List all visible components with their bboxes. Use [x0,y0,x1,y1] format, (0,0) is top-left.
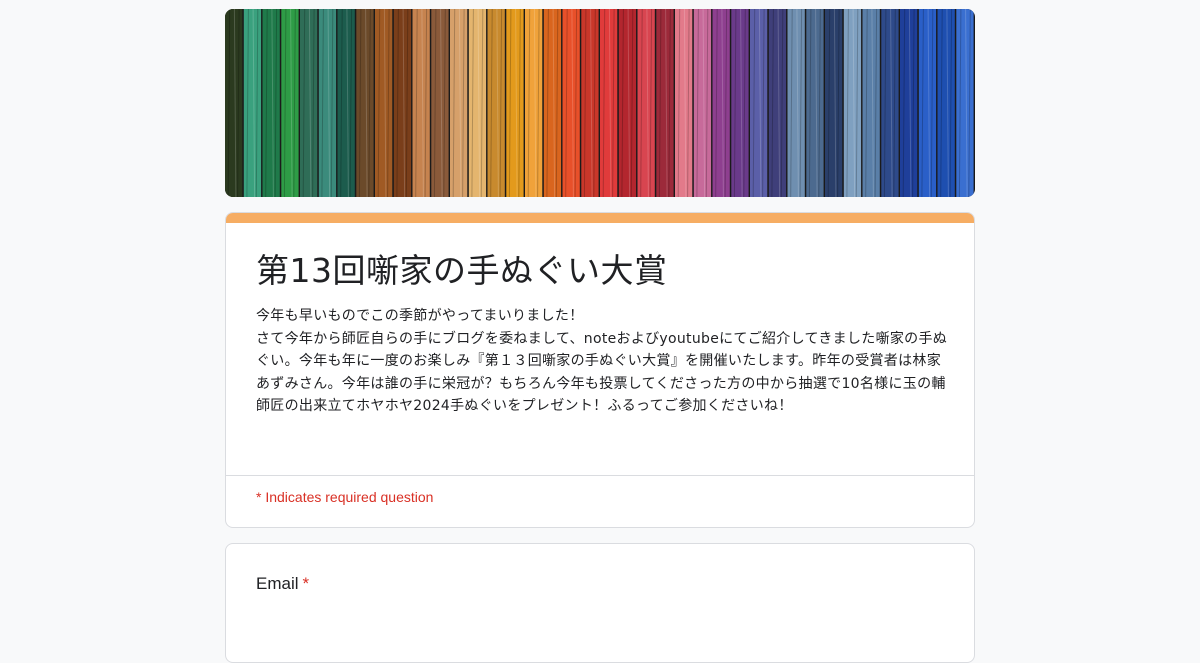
yarn-strand [600,9,618,197]
yarn-strand [506,9,524,197]
accent-bar [226,213,974,223]
header-banner [225,9,975,197]
yarn-strand [918,9,937,197]
yarn-strand [900,9,918,197]
yarn-strand [225,9,243,197]
yarn-strand [656,9,674,197]
required-note: * Indicates required question [256,489,434,505]
yarn-strand [412,9,430,197]
yarn-strand [525,9,543,197]
form-description: 今年も早いものでこの季節がやってまいりました！ さて今年から師匠自らの手にブログ… [256,308,948,414]
yarn-strand [750,9,768,197]
yarn-strand [712,9,730,197]
yarn-strand [375,9,393,197]
yarn-strand [337,9,355,197]
yarn-strand [450,9,468,197]
yarn-strand [318,9,337,197]
form-column: 第13回噺家の手ぬぐい大賞 今年も早いものでこの季節がやってまいりました！ さて… [225,9,975,663]
yarn-strand [787,9,805,197]
yarn-strand [487,9,505,197]
yarn-strand [731,9,749,197]
yarn-strand [281,9,299,197]
yarn-strand [543,9,562,197]
yarn-strand [825,9,843,197]
yarn-strand [768,9,787,197]
yarn-strand [468,9,487,197]
question-label: Email * [256,574,309,594]
yarn-strand [393,9,412,197]
required-star: * [302,574,310,593]
yarn-strand [581,9,599,197]
yarn-strand [431,9,449,197]
yarn-strand [806,9,824,197]
yarn-strand [618,9,637,197]
yarn-strand [562,9,580,197]
divider [226,475,974,476]
yarn-strand [262,9,280,197]
yarn-strand [956,9,974,197]
yarn-strand [675,9,693,197]
yarn-strand [300,9,318,197]
yarn-strand [862,9,880,197]
question-title: Email [256,574,299,593]
yarn-strand [881,9,899,197]
yarn-strand [243,9,262,197]
form-title-card: 第13回噺家の手ぬぐい大賞 今年も早いものでこの季節がやってまいりました！ さて… [225,212,975,528]
question-card-email: Email * [225,543,975,663]
yarn-strand [356,9,374,197]
form-title: 第13回噺家の手ぬぐい大賞 [256,251,668,290]
yarn-banner-image [225,9,975,197]
yarn-strand [693,9,712,197]
yarn-strand [937,9,955,197]
yarn-strand [843,9,862,197]
yarn-strand [637,9,655,197]
